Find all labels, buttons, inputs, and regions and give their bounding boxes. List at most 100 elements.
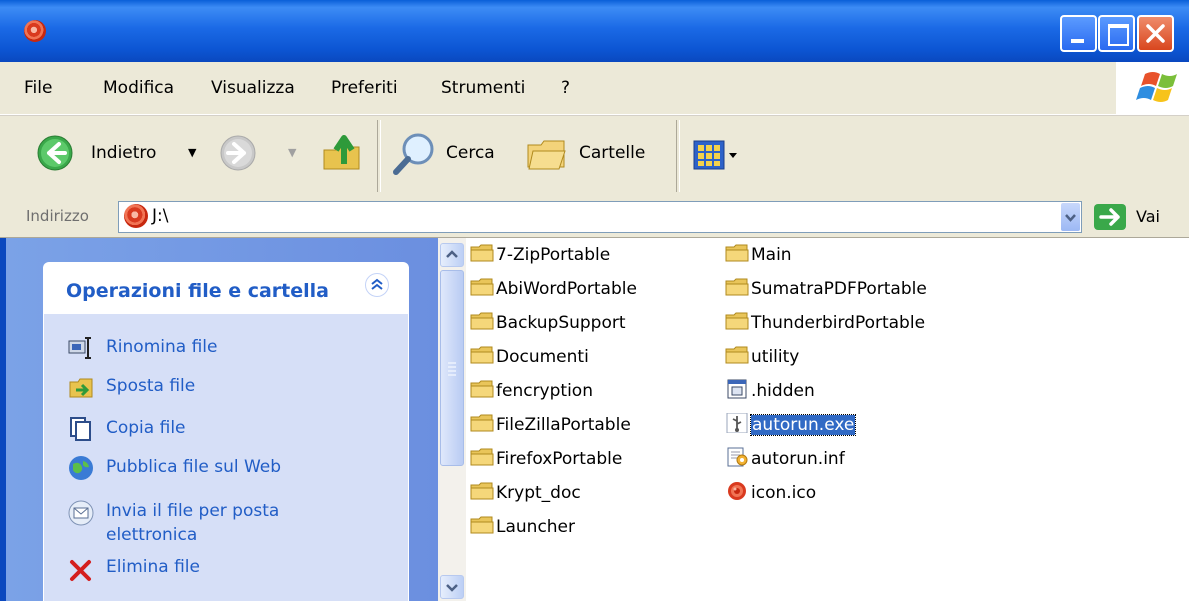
file-name: Launcher: [496, 517, 576, 537]
forward-dropdown-icon[interactable]: ▼: [288, 146, 296, 159]
task-delete[interactable]: Elimina file: [106, 557, 200, 577]
close-button[interactable]: [1137, 15, 1174, 52]
move-icon: [68, 374, 94, 400]
file-name: icon.ico: [751, 483, 817, 503]
windows-flag-icon: [1136, 72, 1177, 102]
chevron-down-icon: [446, 584, 458, 592]
up-folder-button[interactable]: [320, 130, 364, 174]
app-ico-icon: [725, 481, 749, 501]
minimize-button[interactable]: [1060, 15, 1097, 52]
menu-modifica[interactable]: Modifica: [103, 78, 174, 98]
task-publish-web[interactable]: Pubblica file sul Web: [106, 457, 281, 477]
list-item[interactable]: ThunderbirdPortable: [725, 311, 927, 335]
list-item[interactable]: Krypt_doc: [470, 481, 637, 505]
menu-bar: [0, 62, 1189, 115]
menu-preferiti[interactable]: Preferiti: [331, 78, 398, 98]
list-item[interactable]: .hidden: [725, 379, 927, 403]
search-button[interactable]: [392, 131, 438, 177]
list-item[interactable]: autorun.inf: [725, 447, 927, 471]
list-item[interactable]: AbiWordPortable: [470, 277, 637, 301]
list-item[interactable]: utility: [725, 345, 927, 369]
back-button[interactable]: [37, 135, 73, 171]
usb-icon: [725, 412, 749, 434]
file-name: 7-ZipPortable: [496, 245, 611, 265]
folder-icon: [725, 243, 749, 263]
chevron-up-icon: [446, 250, 458, 258]
collapse-button[interactable]: [365, 273, 389, 297]
menu-visualizza[interactable]: Visualizza: [211, 78, 295, 98]
list-item[interactable]: FileZillaPortable: [470, 413, 637, 437]
search-label[interactable]: Cerca: [446, 143, 495, 163]
menu-file[interactable]: File: [24, 78, 52, 98]
config-file-icon: [725, 447, 749, 467]
file-list-column: Main SumatraPDFPortable ThunderbirdPorta…: [725, 243, 927, 505]
folder-icon: [470, 447, 494, 467]
copy-icon: [68, 416, 94, 442]
address-input[interactable]: [118, 201, 1082, 233]
search-icon: [393, 133, 434, 175]
scroll-thumb[interactable]: [440, 270, 464, 466]
title-bar[interactable]: [0, 0, 1189, 62]
task-send-email[interactable]: Invia il file per posta elettronica: [106, 499, 336, 547]
address-dropdown-button[interactable]: [1061, 203, 1080, 231]
file-name: BackupSupport: [496, 313, 626, 333]
forward-button[interactable]: [220, 135, 256, 171]
email-icon: [68, 500, 94, 526]
go-button[interactable]: [1093, 203, 1127, 231]
list-item[interactable]: Launcher: [470, 515, 637, 539]
delete-icon: [68, 557, 94, 583]
task-copy[interactable]: Copia file: [106, 418, 186, 438]
rename-icon: [68, 335, 94, 361]
folder-icon: [470, 345, 494, 365]
list-item[interactable]: 7-ZipPortable: [470, 243, 637, 267]
folders-icon: [527, 140, 566, 170]
folder-icon: [470, 515, 494, 535]
chevron-down-icon: [1065, 214, 1076, 222]
list-item[interactable]: FirefoxPortable: [470, 447, 637, 471]
folders-button[interactable]: [525, 133, 569, 173]
chevron-up-double-icon: [371, 278, 383, 290]
list-item[interactable]: autorun.exe: [725, 412, 927, 437]
folder-icon: [725, 345, 749, 365]
go-label[interactable]: Vai: [1136, 207, 1160, 226]
file-name: autorun.exe: [749, 414, 857, 436]
file-name: AbiWordPortable: [496, 279, 637, 299]
close-icon: [1146, 24, 1165, 43]
menu-strumenti[interactable]: Strumenti: [441, 78, 525, 98]
folder-icon: [470, 243, 494, 263]
file-name: Documenti: [496, 347, 589, 367]
folder-icon: [470, 379, 494, 399]
maximize-button[interactable]: [1098, 15, 1135, 52]
list-item[interactable]: icon.ico: [725, 481, 927, 505]
file-name: fencryption: [496, 381, 593, 401]
list-item[interactable]: Documenti: [470, 345, 637, 369]
list-item[interactable]: fencryption: [470, 379, 637, 403]
file-name: FileZillaPortable: [496, 415, 631, 435]
publish-web-icon: [68, 455, 94, 481]
back-dropdown-icon[interactable]: ▼: [188, 146, 196, 159]
address-label: Indirizzo: [26, 207, 89, 225]
task-rename[interactable]: Rinomina file: [106, 337, 217, 357]
list-item[interactable]: BackupSupport: [470, 311, 637, 335]
list-item[interactable]: Main: [725, 243, 927, 267]
list-item[interactable]: SumatraPDFPortable: [725, 277, 927, 301]
views-button[interactable]: [693, 140, 739, 170]
file-name: Krypt_doc: [496, 483, 581, 503]
back-label[interactable]: Indietro: [91, 143, 156, 163]
task-move[interactable]: Sposta file: [106, 376, 195, 396]
folder-icon: [470, 413, 494, 433]
app-icon[interactable]: [24, 20, 46, 42]
menu-help[interactable]: ?: [561, 78, 570, 98]
task-panel-title[interactable]: Operazioni file e cartella: [66, 280, 329, 302]
go-arrow-icon: [1094, 204, 1126, 230]
grip-icon: [448, 362, 456, 376]
text-file-icon: [725, 379, 749, 399]
drive-icon: [124, 204, 148, 228]
address-value[interactable]: J:\: [152, 206, 168, 226]
folder-icon: [470, 311, 494, 331]
scroll-down-button[interactable]: [440, 575, 464, 599]
scroll-up-button[interactable]: [440, 243, 464, 267]
file-name: utility: [751, 347, 800, 367]
folders-label[interactable]: Cartelle: [579, 143, 645, 163]
windows-logo: [1116, 62, 1189, 114]
